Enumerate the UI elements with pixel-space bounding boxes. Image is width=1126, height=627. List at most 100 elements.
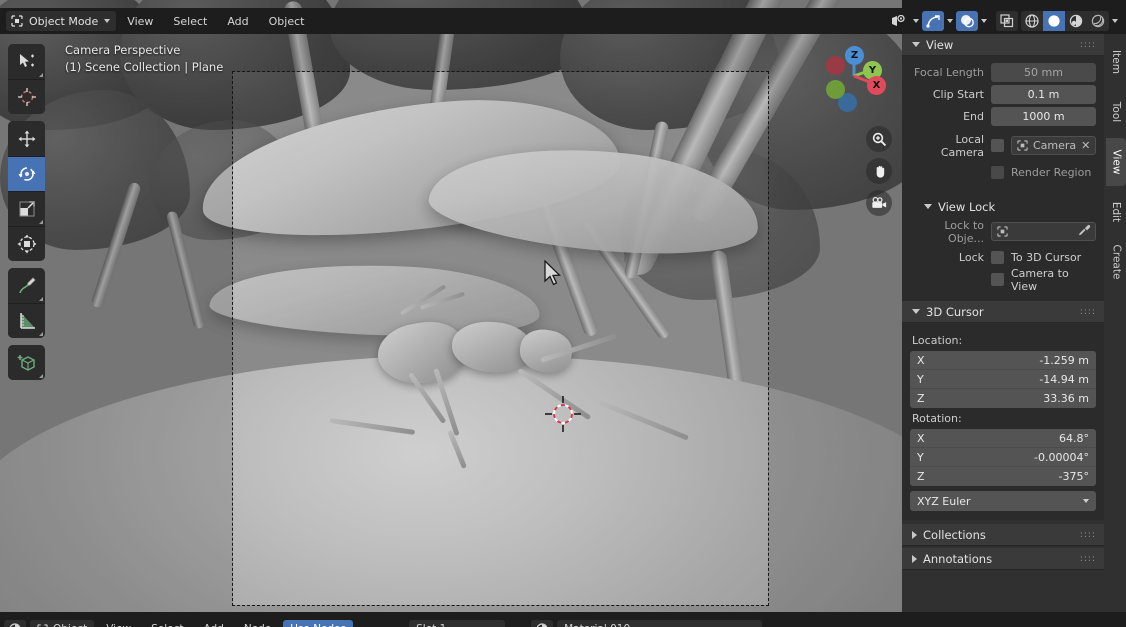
annotate-tool[interactable] xyxy=(8,268,45,303)
panel-header-collections[interactable]: Collections :::: xyxy=(902,524,1104,546)
camera-view-icon[interactable] xyxy=(866,190,892,216)
camera-to-view-row[interactable]: Camera to View xyxy=(910,267,1096,293)
triangle-down-icon xyxy=(912,309,920,314)
clip-start-row[interactable]: Clip Start 0.1 m xyxy=(910,85,1096,104)
cursor-rotation-x-value: 64.8° xyxy=(1059,431,1089,445)
shader-type-selector[interactable]: Object xyxy=(30,620,95,627)
cursor-rotation-z[interactable]: Z -375° xyxy=(910,467,1096,486)
rendered-shading-icon[interactable] xyxy=(1087,11,1109,31)
shader-menu-node[interactable]: Node xyxy=(236,623,279,627)
sidebar-tab-edit[interactable]: Edit xyxy=(1106,188,1126,236)
zoom-view-icon[interactable] xyxy=(866,126,892,152)
sidebar-tab-create[interactable]: Create xyxy=(1106,238,1126,286)
3d-viewport[interactable]: Camera Perspective (1) Scene Collection … xyxy=(0,0,902,612)
gizmo-axis-z[interactable]: Z xyxy=(845,46,864,65)
wireframe-shading-icon[interactable] xyxy=(1021,11,1043,31)
drag-dots-icon[interactable]: :::: xyxy=(1080,554,1096,563)
sidebar-tab-tool[interactable]: Tool xyxy=(1106,88,1126,136)
to-3d-cursor-checkbox[interactable] xyxy=(991,251,1004,264)
clip-end-field[interactable]: 1000 m xyxy=(991,107,1096,126)
cursor-rotation-x[interactable]: X 64.8° xyxy=(910,429,1096,448)
chevron-down-icon[interactable] xyxy=(913,19,919,23)
cursor-location-z[interactable]: Z 33.36 m xyxy=(910,389,1096,408)
drag-dots-icon[interactable]: :::: xyxy=(1080,40,1096,49)
gizmo-axis-x[interactable]: X xyxy=(867,76,886,95)
panel-header-3d-cursor[interactable]: 3D Cursor :::: xyxy=(902,301,1104,323)
scale-tool[interactable] xyxy=(8,191,45,226)
clip-end-row[interactable]: End 1000 m xyxy=(910,107,1096,126)
material-slot-selector[interactable]: Slot 1 xyxy=(409,620,506,627)
move-tool[interactable] xyxy=(8,121,45,156)
focal-length-label: Focal Length xyxy=(914,66,984,79)
gizmo-icon[interactable] xyxy=(922,11,944,31)
clip-start-field[interactable]: 0.1 m xyxy=(991,85,1096,104)
solid-shading-icon[interactable] xyxy=(1043,11,1065,31)
lock-to-object-field[interactable] xyxy=(991,222,1096,241)
cursor-location-y[interactable]: Y -14.94 m xyxy=(910,370,1096,389)
panel-header-view[interactable]: View :::: xyxy=(902,34,1104,56)
material-preview-shading-icon[interactable] xyxy=(1065,11,1087,31)
menu-select[interactable]: Select xyxy=(164,12,216,31)
navigation-gizmo[interactable]: Z Y X xyxy=(818,40,890,112)
local-camera-object-field[interactable]: Camera ✕ xyxy=(1011,136,1097,155)
clear-camera-icon[interactable]: ✕ xyxy=(1081,139,1090,152)
pan-view-icon[interactable] xyxy=(866,158,892,184)
shader-menu-select[interactable]: Select xyxy=(143,623,191,627)
panel-title-view-lock: View Lock xyxy=(938,199,996,214)
render-region-row[interactable]: Render Region xyxy=(910,163,1096,182)
material-name-field[interactable]: Material.010 xyxy=(557,620,763,627)
chevron-down-icon[interactable] xyxy=(1112,19,1118,23)
mode-selector[interactable]: Object Mode xyxy=(6,11,117,31)
add-cube-tool[interactable] xyxy=(8,345,45,380)
tab-label: Edit xyxy=(1110,201,1122,223)
tweak-tool[interactable] xyxy=(8,44,45,79)
focal-length-field[interactable]: 50 mm xyxy=(991,63,1096,82)
lock-to-3d-cursor-row[interactable]: Lock To 3D Cursor xyxy=(910,248,1096,267)
measure-tool[interactable] xyxy=(8,303,45,338)
shader-editor-header-row[interactable]: Object View Select Add Node Use Nodes Sl… xyxy=(0,617,1126,627)
rotation-mode-dropdown[interactable]: XYZ Euler xyxy=(910,491,1096,511)
header-right-controls[interactable] xyxy=(887,8,1122,34)
use-nodes-toggle[interactable]: Use Nodes xyxy=(283,620,354,627)
local-camera-row[interactable]: Local Camera Camera ✕ xyxy=(910,133,1097,159)
panel-header-annotations[interactable]: Annotations :::: xyxy=(902,548,1104,570)
shader-menu-view[interactable]: View xyxy=(98,623,139,627)
shading-mode-group[interactable] xyxy=(1021,11,1109,31)
camera-to-view-checkbox[interactable] xyxy=(991,273,1004,286)
drag-dots-icon[interactable]: :::: xyxy=(1080,530,1096,539)
rotate-tool[interactable] xyxy=(8,156,45,191)
sidebar-tab-item[interactable]: Item xyxy=(1106,38,1126,86)
transform-tool[interactable] xyxy=(8,226,45,261)
gizmo-axis-neg-y[interactable] xyxy=(826,80,845,99)
menu-object[interactable]: Object xyxy=(260,12,314,31)
cursor-location-x[interactable]: X -1.259 m xyxy=(910,351,1096,370)
local-camera-checkbox[interactable] xyxy=(991,139,1004,152)
lock-to-object-row[interactable]: Lock to Obje... xyxy=(910,219,1096,245)
xray-toggle-icon[interactable] xyxy=(996,11,1018,31)
viewport-header[interactable]: Object Mode View Select Add Object xyxy=(0,8,1126,34)
menu-add[interactable]: Add xyxy=(218,12,257,31)
chevron-down-icon[interactable] xyxy=(981,19,987,23)
material-browse-button[interactable] xyxy=(531,620,554,627)
local-camera-label: Local Camera xyxy=(940,132,984,159)
chevron-down-icon[interactable] xyxy=(947,19,953,23)
render-region-checkbox[interactable] xyxy=(991,166,1004,179)
eyedropper-icon[interactable] xyxy=(1078,224,1091,239)
viewport-nav-buttons[interactable] xyxy=(866,126,892,216)
sidebar-panel[interactable]: View :::: Focal Length 50 mm Clip Start … xyxy=(902,34,1126,612)
gizmo-axis-neg-x[interactable] xyxy=(826,56,845,75)
sidebar-tabs[interactable]: Item Tool View Edit Create xyxy=(1104,34,1126,288)
shader-editor-header[interactable]: Object View Select Add Node Use Nodes Sl… xyxy=(0,612,1126,627)
object-visibility-icon[interactable] xyxy=(887,11,910,31)
shader-menu-add[interactable]: Add xyxy=(196,623,232,627)
cursor-rotation-y[interactable]: Y -0.00004° xyxy=(910,448,1096,467)
menu-view[interactable]: View xyxy=(118,12,162,31)
panel-header-view-lock[interactable]: View Lock xyxy=(902,194,1104,215)
overlays-icon[interactable] xyxy=(956,11,978,31)
cursor-tool[interactable] xyxy=(8,79,45,114)
editor-type-selector[interactable] xyxy=(4,620,26,627)
drag-dots-icon[interactable]: :::: xyxy=(1080,307,1096,316)
focal-length-row[interactable]: Focal Length 50 mm xyxy=(910,63,1096,82)
sidebar-tab-view[interactable]: View xyxy=(1106,138,1126,186)
viewport-toolbar[interactable] xyxy=(8,44,45,380)
